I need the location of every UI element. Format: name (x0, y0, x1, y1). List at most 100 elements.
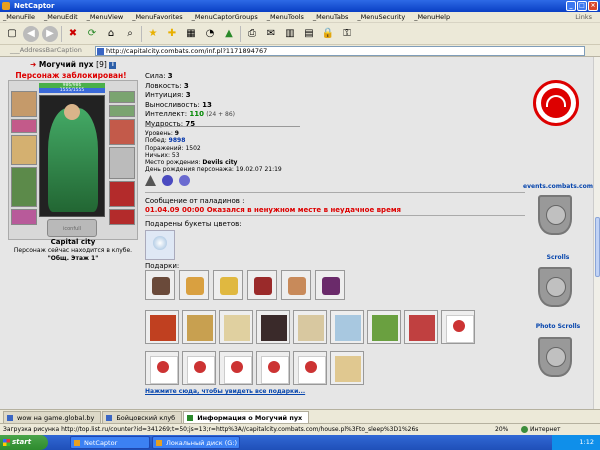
gift-item[interactable] (281, 270, 311, 300)
archer-logo-icon[interactable] (533, 80, 579, 126)
menu-edit[interactable]: _MenuEdit (44, 13, 78, 21)
minimize-button[interactable]: _ (566, 1, 576, 11)
events-shield-icon[interactable] (538, 195, 572, 235)
weapon-slot[interactable] (11, 135, 37, 165)
gift-item[interactable] (315, 270, 345, 300)
home-icon[interactable]: ⌂ (103, 26, 119, 42)
bracer-slot[interactable] (11, 119, 37, 133)
tile-icon[interactable]: ▥ (282, 26, 298, 42)
photo-scrolls-link[interactable]: Photo Scrolls (523, 323, 593, 330)
gift-card[interactable] (145, 310, 179, 344)
lock-icon[interactable]: 🔒 (320, 26, 336, 42)
gift-item[interactable] (213, 270, 243, 300)
see-all-gifts-link[interactable]: Нажмите сюда, чтобы увидеть все подарки.… (145, 388, 305, 395)
search-icon[interactable]: ⌕ (122, 26, 138, 42)
start-button[interactable]: start (0, 435, 48, 450)
menu-captor-groups[interactable]: _MenuCaptorGroups (192, 13, 258, 21)
menu-favorites[interactable]: _MenuFavorites (132, 13, 182, 21)
helmet-slot[interactable] (11, 91, 37, 117)
gift-card[interactable] (182, 310, 216, 344)
tab-wow[interactable]: wow на game.global.by (3, 411, 102, 423)
menu-security[interactable]: _MenuSecurity (357, 13, 405, 21)
photo-scrolls-shield-icon[interactable] (538, 337, 572, 377)
flower-bouquet-icon[interactable] (145, 230, 175, 260)
gift-card[interactable] (293, 351, 327, 385)
character-header: ➜ Могучий пух [9] i (30, 60, 117, 69)
earring-slot[interactable] (109, 91, 135, 103)
gift-card[interactable] (182, 351, 216, 385)
add-favorite-icon[interactable]: ✚ (164, 26, 180, 42)
gift-card[interactable] (367, 310, 401, 344)
stat-value: 3 (185, 91, 191, 99)
menu-view[interactable]: _MenuView (87, 13, 124, 21)
scrolls-link[interactable]: Scrolls (523, 254, 593, 261)
security-icon[interactable]: ⚿ (339, 26, 355, 42)
forward-icon[interactable]: ▶ (42, 25, 58, 42)
gift-card[interactable] (293, 310, 327, 344)
gift-card[interactable] (330, 310, 364, 344)
stats-block: Сила: 3 Ловкость: 3 Интуиция: 3 Вынослив… (145, 72, 235, 129)
tab-label: Бойцовский клуб (116, 414, 176, 422)
amulet-slot[interactable] (109, 105, 135, 117)
tab-icon (106, 415, 113, 421)
gift-card[interactable] (256, 310, 290, 344)
gift-card[interactable] (256, 351, 290, 385)
stat-label: Интеллект: (145, 110, 188, 118)
links-menu[interactable]: Links (575, 13, 592, 21)
address-bar: ___AddressBarCaption http://capitalcity.… (0, 45, 600, 57)
popup-blocker-icon[interactable]: ▲ (221, 26, 237, 42)
gift-card[interactable] (219, 310, 253, 344)
tab-fight-club[interactable]: Бойцовский клуб (102, 411, 183, 423)
gift-card[interactable] (441, 310, 475, 344)
gift-card[interactable] (404, 310, 438, 344)
shield-slot[interactable] (109, 147, 135, 179)
leggings-slot[interactable] (109, 181, 135, 207)
mail-icon[interactable]: ✉ (263, 26, 279, 42)
armor-slot[interactable] (11, 167, 37, 207)
new-page-icon[interactable]: ▢ (4, 26, 20, 42)
losses-label: Поражений: (145, 144, 184, 152)
refresh-icon[interactable]: ⟳ (84, 26, 100, 42)
menu-tools[interactable]: _MenuTools (267, 13, 304, 21)
gloves-slot[interactable] (109, 119, 135, 145)
stat-row: Интеллект: 110 (24 + 86) (145, 110, 235, 120)
favorites-star-icon[interactable]: ★ (145, 26, 161, 42)
warrior-icon[interactable] (145, 175, 156, 186)
gift-card[interactable] (330, 351, 364, 385)
menu-help[interactable]: _MenuHelp (414, 13, 450, 21)
gift-item[interactable] (179, 270, 209, 300)
events-link[interactable]: events.combats.com (523, 183, 593, 190)
gift-card[interactable] (145, 351, 179, 385)
gifts-label: Подарки: (145, 262, 180, 270)
close-button[interactable]: × (588, 1, 598, 11)
address-input[interactable]: http://capitalcity.combats.com/inf.pl?11… (95, 46, 585, 56)
task-local-disk[interactable]: Локальный диск (G:) (152, 436, 240, 449)
history-icon[interactable]: ◔ (202, 26, 218, 42)
avatar-head (64, 104, 80, 120)
maximize-button[interactable]: □ (577, 1, 587, 11)
paladin-icon[interactable] (162, 175, 173, 186)
guild-icon[interactable] (179, 175, 190, 186)
gift-card[interactable] (219, 351, 253, 385)
belt-slot[interactable] (11, 209, 37, 225)
gift-item[interactable] (145, 270, 175, 300)
scrollbar-thumb[interactable] (595, 217, 600, 277)
back-icon[interactable]: ◀ (23, 25, 39, 42)
vertical-scrollbar[interactable] (593, 57, 600, 409)
character-equipment: 986/986 1555/1555 iconfull (8, 80, 138, 240)
scrolls-shield-icon[interactable] (538, 267, 572, 307)
info-icon[interactable]: i (109, 61, 117, 69)
groups-icon[interactable]: ▦ (183, 26, 199, 42)
boots-slot[interactable] (109, 209, 135, 225)
blocked-notice: Персонаж заблокирован! (15, 71, 127, 80)
cascade-icon[interactable]: ▤ (301, 26, 317, 42)
task-netcaptor[interactable]: NetCaptor (70, 436, 150, 449)
tab-icon (7, 415, 13, 421)
menu-file[interactable]: _MenuFile (3, 13, 35, 21)
stop-icon[interactable]: ✖ (65, 26, 81, 42)
birthday-value: 19.02.07 21:19 (235, 166, 282, 174)
gift-item[interactable] (247, 270, 277, 300)
menu-tabs[interactable]: _MenuTabs (313, 13, 349, 21)
tab-character-info[interactable]: Информация о Могучий пух (183, 411, 310, 423)
print-icon[interactable]: ⎙ (244, 26, 260, 42)
